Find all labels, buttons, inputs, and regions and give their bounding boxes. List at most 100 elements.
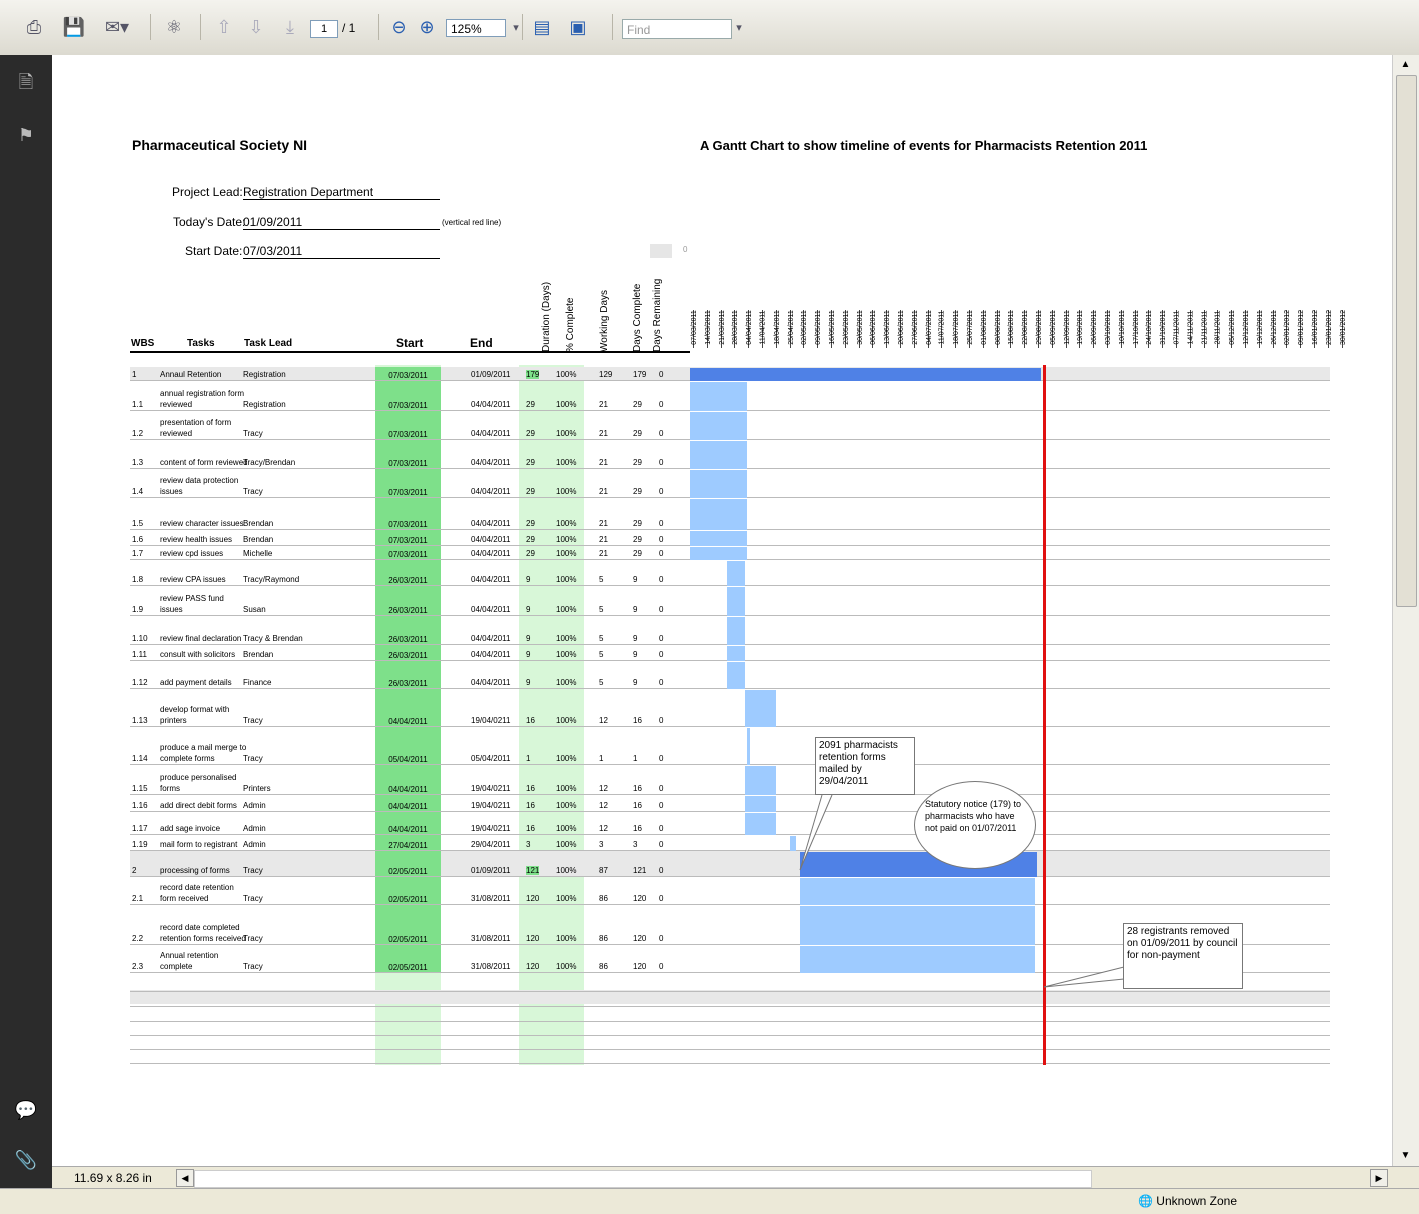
- date-column: 28/11/2011: [1215, 310, 1228, 348]
- save-icon[interactable]: 💾: [62, 13, 86, 41]
- days-remaining-cell: 0: [659, 934, 664, 943]
- days-complete-cell: 29: [633, 535, 642, 544]
- days-remaining-cell: 0: [659, 370, 664, 379]
- pct-cell: 100%: [556, 801, 577, 810]
- bottom-bar: 11.69 x 8.26 in ◀ ▶: [52, 1166, 1419, 1189]
- date-column: 21/11/2011: [1201, 310, 1215, 348]
- page-total: / 1: [342, 21, 356, 35]
- date-column: 11/04/2011: [760, 310, 773, 348]
- scroll-down-icon[interactable]: ▼: [1396, 1148, 1415, 1164]
- print-icon[interactable]: ⎙: [22, 13, 46, 41]
- working-days-cell: 12: [599, 801, 608, 810]
- date-column: 17/10/2011: [1132, 310, 1146, 348]
- fit-width-icon[interactable]: ▤: [530, 13, 554, 41]
- date-column: 04/04/2011: [746, 310, 759, 348]
- wbs-cell: 2.2: [132, 934, 144, 943]
- date-column: 30/05/2011: [856, 310, 870, 348]
- header-duration: Duration (Days): [541, 281, 552, 352]
- today-line: [1043, 365, 1046, 1065]
- document-page: Pharmaceutical Society NI A Gantt Chart …: [52, 55, 1392, 1166]
- task-row: 1.16 add direct debit forms Admin 04/04/201…: [130, 795, 1330, 812]
- task-lead-cell: Registration: [243, 370, 286, 379]
- email-icon[interactable]: ✉▾: [100, 13, 134, 41]
- pct-cell: 100%: [556, 894, 577, 903]
- vertical-scrollbar[interactable]: ▲ ▼: [1392, 55, 1419, 1166]
- wbs-cell: 1.11: [132, 650, 147, 659]
- zoom-out-icon[interactable]: ⊖: [388, 13, 410, 41]
- pages-icon[interactable]: 🗎: [14, 72, 38, 97]
- wbs-cell: 1.16: [132, 801, 148, 810]
- duration-cell: 16: [526, 784, 535, 793]
- search-web-icon[interactable]: ⚛: [160, 13, 188, 41]
- scroll-up-icon[interactable]: ▲: [1396, 57, 1415, 73]
- find-dropdown-icon[interactable]: ▾: [732, 13, 746, 41]
- end-cell: 04/04/2011: [471, 429, 511, 438]
- attachments-icon[interactable]: 📎: [14, 1148, 38, 1172]
- task-cell-line2: form received: [160, 894, 209, 903]
- pct-cell: 100%: [556, 866, 577, 875]
- duration-cell: 9: [526, 650, 531, 659]
- days-complete-cell: 16: [633, 784, 642, 793]
- task-cell: add sage invoice: [160, 824, 221, 833]
- find-input[interactable]: Find: [622, 19, 732, 39]
- task-lead-cell: Tracy: [243, 716, 263, 725]
- header-working-days: Working Days: [599, 289, 610, 352]
- task-cell-line2: issues: [160, 487, 183, 496]
- fit-page-icon[interactable]: ▣: [566, 13, 590, 41]
- zoom-in-icon[interactable]: ⊕: [416, 13, 438, 41]
- scroll-thumb[interactable]: [1396, 75, 1417, 607]
- pct-cell: 100%: [556, 400, 577, 409]
- task-bar: [744, 766, 777, 795]
- date-column: 10/10/2011: [1119, 310, 1132, 348]
- start-value: 07/03/2011: [243, 244, 440, 259]
- scroll-left-icon[interactable]: ◀: [176, 1169, 194, 1187]
- zoom-select[interactable]: 125%: [446, 19, 506, 37]
- row-divider: [130, 1063, 1330, 1064]
- scroll-right-icon[interactable]: ▶: [1370, 1169, 1388, 1187]
- start-cell: 26/03/2011: [375, 616, 441, 645]
- end-cell: 01/09/2011: [471, 866, 511, 875]
- page-up-icon[interactable]: ⇧: [212, 13, 236, 41]
- task-cell-line1: review data protection: [160, 476, 239, 485]
- today-label: Today's Date:: [173, 215, 246, 229]
- date-column: 02/05/2011: [801, 310, 814, 348]
- duration-cell: 29: [526, 400, 535, 409]
- wbs-cell: 2: [132, 866, 137, 875]
- days-remaining-cell: 0: [659, 801, 664, 810]
- start-cell: 26/03/2011: [375, 661, 441, 689]
- bookmarks-icon[interactable]: ⚑: [14, 123, 38, 147]
- last-page-icon[interactable]: ⤓: [278, 13, 302, 41]
- days-complete-cell: 29: [633, 429, 642, 438]
- start-cell: 02/05/2011: [375, 877, 441, 905]
- date-column: 08/08/2011: [994, 310, 1008, 348]
- date-column: 03/10/2011: [1105, 310, 1118, 348]
- days-remaining-cell: 0: [659, 429, 664, 438]
- task-bar: [799, 906, 1035, 945]
- date-column: 09/05/2011: [815, 310, 828, 348]
- header-days-complete: Days Complete: [632, 283, 643, 352]
- page-down-icon[interactable]: ⇩: [244, 13, 268, 41]
- task-lead-cell: Printers: [243, 784, 271, 793]
- task-cell: review character issues: [160, 519, 244, 528]
- page-number-input[interactable]: 1: [310, 20, 338, 38]
- days-complete-cell: 120: [633, 962, 647, 971]
- task-lead-cell: Michelle: [243, 549, 273, 558]
- start-cell: 05/04/2011: [375, 727, 441, 765]
- task-bar: [799, 878, 1035, 905]
- end-cell: 04/04/2011: [471, 605, 511, 614]
- zone-status: 🌐 Unknown Zone: [1138, 1194, 1237, 1208]
- comments-icon[interactable]: 💬: [14, 1098, 38, 1122]
- start-cell: 04/04/2011: [375, 812, 441, 835]
- task-cell-line2: reviewed: [160, 400, 193, 409]
- org-title: Pharmaceutical Society NI: [132, 137, 308, 153]
- working-days-cell: 3: [599, 840, 604, 849]
- horizontal-scroll-track[interactable]: [194, 1170, 1092, 1188]
- start-cell: 27/04/2011: [375, 835, 441, 851]
- task-bar: [727, 662, 745, 689]
- date-column: 25/04/2011: [787, 310, 801, 348]
- working-days-cell: 5: [599, 605, 604, 614]
- task-cell-line1: produce a mail merge to: [160, 743, 247, 752]
- date-column: 05/09/2011: [1050, 310, 1063, 348]
- task-row: 1.15 produce personalised forms Printers 04/…: [130, 765, 1330, 795]
- task-lead-cell: Tracy: [243, 429, 263, 438]
